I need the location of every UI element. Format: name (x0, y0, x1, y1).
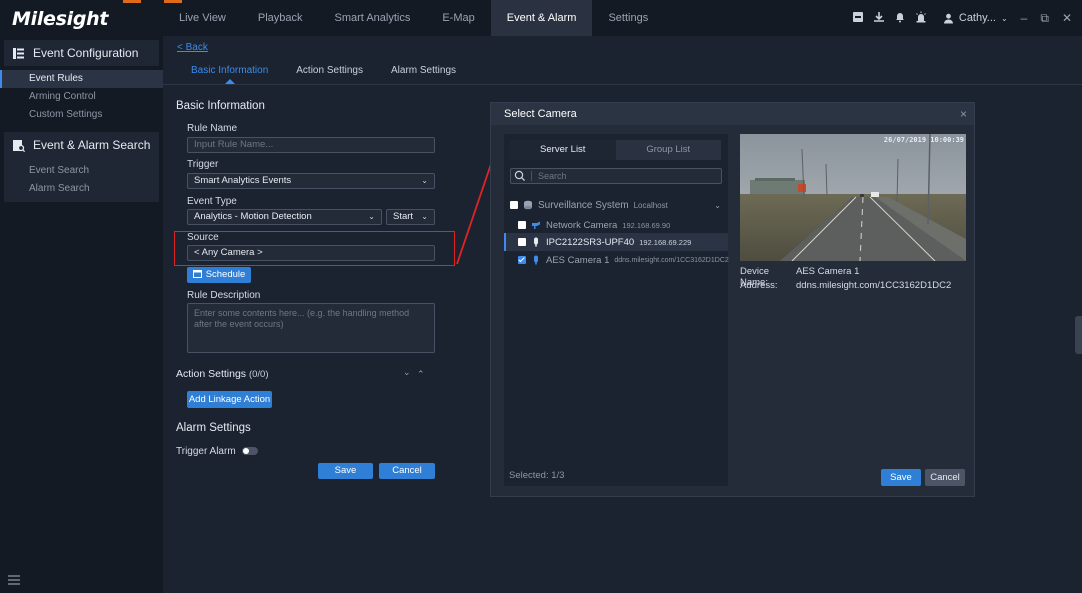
bullet-camera-icon (534, 237, 538, 247)
dialog-cancel-button[interactable]: Cancel (925, 469, 965, 486)
camera-checkbox-checked[interactable] (518, 256, 526, 264)
camera-preview: 26/07/2019 10:00:39 (740, 134, 966, 261)
search-placeholder: Search (538, 171, 567, 181)
list-switcher: Server List Group List (510, 140, 721, 160)
tree-node-camera[interactable]: Network Camera 192.168.69.90 (504, 216, 728, 234)
tree-node-sub: ddns.milesight.com/1CC3162D1DC2 (614, 256, 729, 264)
select-camera-dialog: Select Camera × Server List Group List S… (490, 102, 975, 497)
tree-node-sub: 192.168.69.229 (639, 237, 692, 247)
tree-node-name: AES Camera 1 (546, 254, 610, 266)
tree-node-sub: Localhost (633, 200, 668, 210)
camera-checkbox[interactable] (518, 221, 526, 229)
address-value: ddns.milesight.com/1CC3162D1DC2 (796, 280, 952, 291)
dialog-title: Select Camera (504, 108, 577, 120)
bullet-camera-icon (534, 255, 538, 265)
selected-count: Selected: 1/3 (509, 470, 565, 481)
row-indicator (504, 233, 506, 251)
server-checkbox[interactable] (510, 201, 518, 209)
tree-node-name: Surveillance System (538, 199, 629, 211)
tab-server-list[interactable]: Server List (510, 140, 616, 160)
dialog-save-button[interactable]: Save (881, 469, 921, 486)
camera-list-panel: Server List Group List Search Surveillan… (504, 134, 729, 486)
close-icon[interactable]: × (960, 107, 967, 121)
camera-icon (532, 221, 540, 229)
camera-checkbox[interactable] (518, 238, 526, 246)
tab-group-list[interactable]: Group List (616, 140, 722, 160)
preview-timestamp: 26/07/2019 10:00:39 (883, 136, 964, 144)
tree-node-name: IPC2122SR3-UPF40 (546, 236, 635, 248)
server-icon (524, 200, 532, 210)
dialog-header: Select Camera × (491, 103, 974, 125)
tree-node-sub: 192.168.69.90 (622, 220, 671, 230)
address-row: Address: ddns.milesight.com/1CC3162D1DC2 (740, 280, 951, 291)
tree-node-camera[interactable]: IPC2122SR3-UPF40 192.168.69.229 (504, 233, 728, 251)
address-key: Address: (740, 280, 778, 291)
tree-node-camera[interactable]: AES Camera 1 ddns.milesight.com/1CC3162D… (504, 251, 729, 269)
tree-node-server[interactable]: Surveillance System Localhost ⌄ (504, 196, 728, 214)
chevron-down-icon[interactable]: ⌄ (714, 201, 721, 210)
camera-search-input[interactable]: Search (510, 168, 722, 184)
search-icon (514, 170, 526, 182)
search-divider (531, 171, 532, 181)
tree-node-name: Network Camera (546, 219, 618, 231)
camera-preview-image (740, 134, 966, 261)
